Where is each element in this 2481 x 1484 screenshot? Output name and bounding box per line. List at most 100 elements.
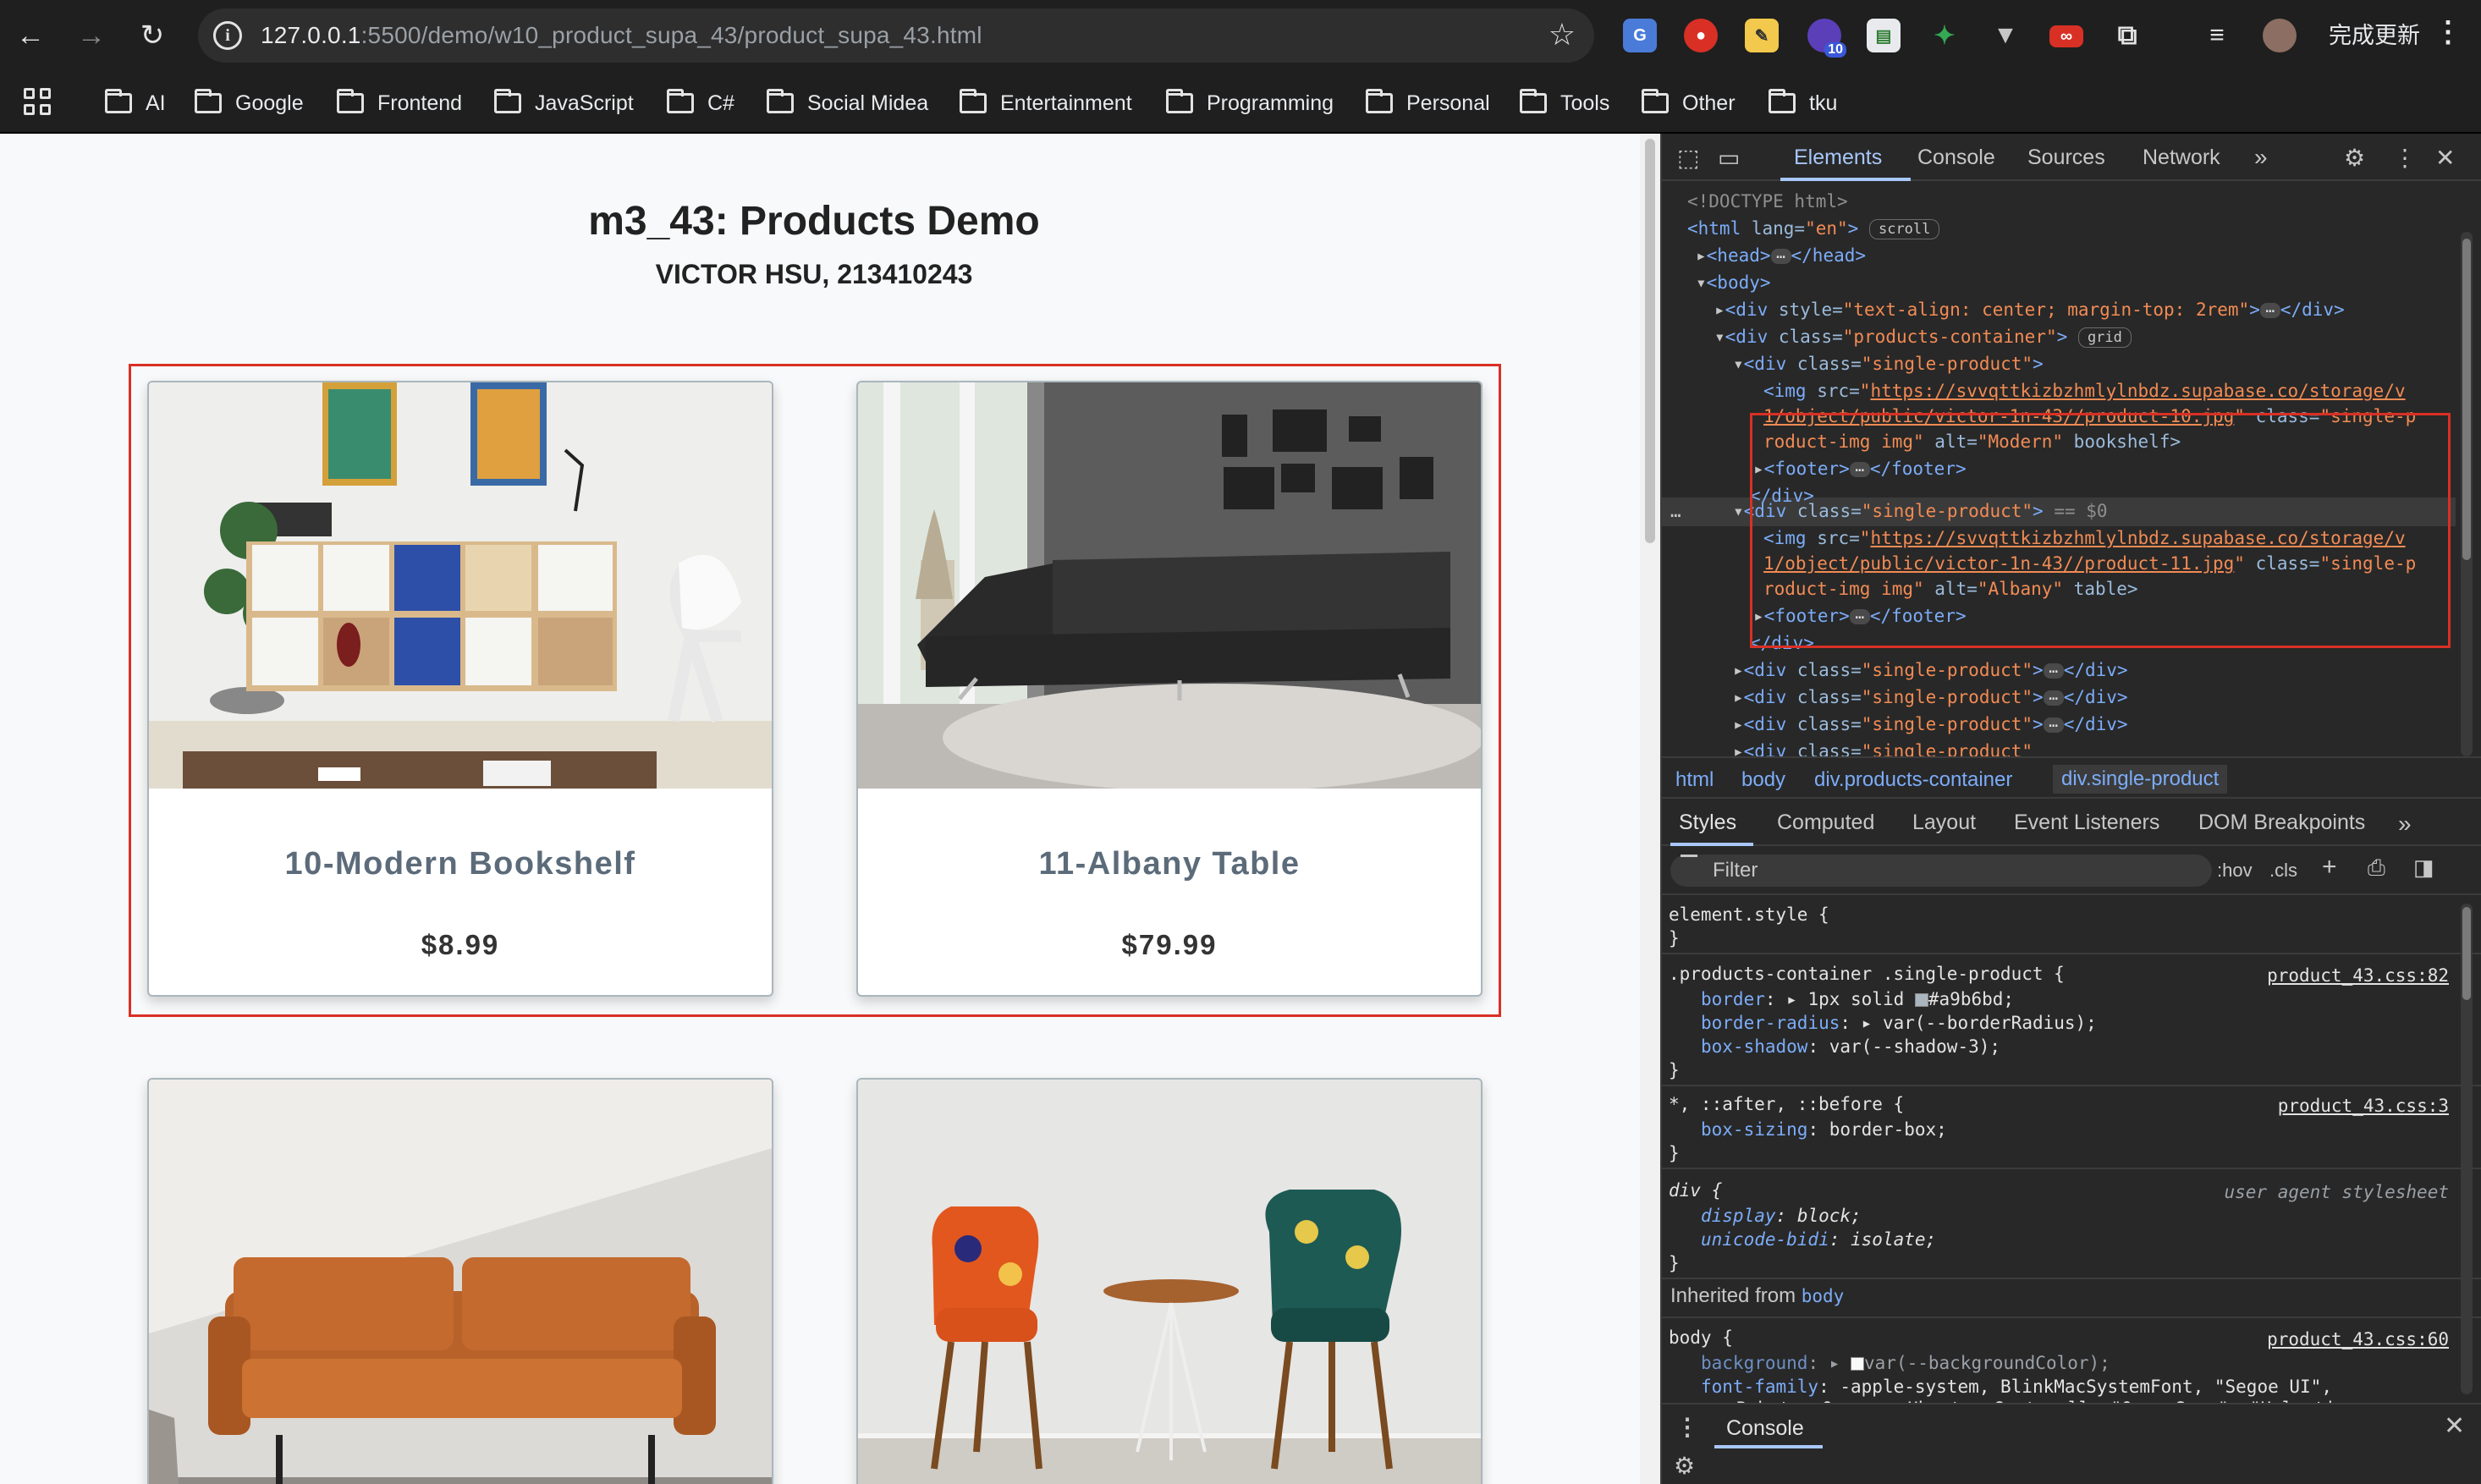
translate-extension-icon[interactable]: G [1623,19,1657,52]
tab-computed[interactable]: Computed [1777,811,1874,835]
product-card[interactable]: 11-Albany Table $79.99 [856,381,1483,997]
rule2-source-link[interactable]: product_43.css:3 [2278,1093,2449,1118]
notes-extension-icon[interactable]: ✎ [1745,19,1779,52]
tab-elements[interactable]: Elements [1794,146,1882,170]
rule4-source-link[interactable]: product_43.css:60 [2267,1327,2449,1352]
ellipsis-badge[interactable]: … [2043,661,2064,679]
more-panes-icon[interactable]: » [2398,811,2412,838]
bookmark-folder-personal[interactable]: Personal [1366,86,1490,120]
rule2-selector[interactable]: *, ::after, ::before { [1669,1091,1904,1117]
bookmark-folder-frontend[interactable]: Frontend [337,86,462,120]
expand-arrow-icon[interactable]: ▸ [1714,300,1725,320]
chrome-menu-icon[interactable]: ⋮ [2434,15,2462,49]
breadcrumb-html[interactable]: html [1675,768,1714,792]
styles-scrollbar[interactable] [2461,904,2473,1394]
ellipsis-badge[interactable]: … [1770,246,1791,264]
dom-scrollbar[interactable] [2461,232,2473,756]
product-image-bookshelf[interactable] [149,382,772,789]
dom-products-container[interactable]: ▾<div class="products-container"> grid [1714,323,2132,350]
tab-layout[interactable]: Layout [1912,811,1976,835]
infinity-extension-icon[interactable]: ∞ [2049,25,2083,47]
adblock-extension-icon[interactable]: ● [1684,19,1718,52]
reading-list-icon[interactable]: ≡ [2200,19,2234,52]
product-card[interactable]: 10-Modern Bookshelf $8.99 [147,381,773,997]
console-settings-gear-icon[interactable]: ⚙ [1674,1452,1695,1480]
tab-console[interactable]: Console [1917,146,1995,170]
product-image-chairs[interactable] [858,1080,1481,1484]
ellipsis-badge[interactable]: … [2259,300,2280,318]
more-tabs-icon[interactable]: » [2254,144,2268,171]
rule4-background[interactable]: background: ▸ var(--backgroundColor); [1701,1350,2110,1376]
back-arrow-icon[interactable]: ← [5,10,56,61]
breadcrumb-body[interactable]: body [1741,768,1785,792]
page-scrollbar[interactable] [1640,134,1660,1484]
sheet-extension-icon[interactable]: ▤ [1867,19,1901,52]
dom-div-header[interactable]: ▸<div style="text-align: center; margin-… [1714,296,2345,323]
rule1-shadow[interactable]: box-shadow: var(--shadow-3); [1701,1034,2000,1059]
extension-badge-icon[interactable]: 10 [1807,19,1846,58]
dom-more-dots[interactable]: … [1670,497,1681,525]
rule1-border[interactable]: border: ▸ 1px solid #a9b6bd; [1701,987,2014,1012]
collapse-arrow-icon[interactable]: ▾ [1733,501,1744,521]
device-toggle-icon[interactable]: ▭ [1718,144,1740,172]
dom-single-product-6[interactable]: ▸<div class="single-product" [1733,738,2033,756]
dom-head[interactable]: ▸<head>… </head> [1696,242,1866,269]
page-scrollbar-thumb[interactable] [1645,139,1655,543]
tab-sources[interactable]: Sources [2027,146,2105,170]
address-bar[interactable]: i 127.0.0.1:5500/demo/w10_product_supa_4… [198,8,1594,63]
bookmark-folder-csharp[interactable]: C# [667,86,734,120]
rule1-radius[interactable]: border-radius: ▸ var(--borderRadius); [1701,1010,2097,1036]
tab-network[interactable]: Network [2143,146,2220,170]
inherited-element-link[interactable]: body [1802,1286,1845,1306]
bookmark-folder-ai[interactable]: AI [105,86,166,120]
styles-scrollbar-thumb[interactable] [2462,907,2471,1000]
bookmark-folder-javascript[interactable]: JavaScript [494,86,634,120]
tab-event-listeners[interactable]: Event Listeners [2014,811,2159,835]
rule1-source-link[interactable]: product_43.css:82 [2267,963,2449,988]
dom-scrollbar-thumb[interactable] [2462,239,2471,560]
dom-body[interactable]: ▾<body> [1696,269,1771,296]
sidebar-toggle-icon[interactable]: ◨ [2413,855,2434,881]
grid-badge[interactable]: grid [2077,327,2132,348]
dom-single-product-4[interactable]: ▸<div class="single-product">… </div> [1733,684,2128,711]
product-image-leather-sofa[interactable] [149,1080,772,1484]
rule4-selector[interactable]: body { [1669,1325,1733,1350]
dom-doctype[interactable]: <!DOCTYPE html> [1687,188,1848,215]
bookmark-folder-programming[interactable]: Programming [1166,86,1334,120]
dom-single-product-5[interactable]: ▸<div class="single-product">… </div> [1733,711,2128,738]
bookmark-folder-tku[interactable]: tku [1769,86,1837,120]
scroll-badge[interactable]: scroll [1868,219,1940,239]
site-info-icon[interactable]: i [213,21,242,50]
product-card[interactable] [856,1078,1483,1484]
color-swatch[interactable] [1851,1357,1865,1371]
inspect-element-icon[interactable]: ⬚ [1677,144,1699,172]
devtools-menu-icon[interactable]: ⋮ [2393,144,2417,172]
apps-grid-icon[interactable] [24,88,51,115]
collapse-arrow-icon[interactable]: ▾ [1733,354,1744,374]
profile-avatar[interactable] [2263,19,2297,52]
expand-arrow-icon[interactable]: ▸ [1696,245,1707,266]
breadcrumb-single-product[interactable]: div.single-product [2053,765,2228,794]
close-devtools-icon[interactable]: ✕ [2435,144,2455,172]
element-state-icon[interactable]: ⎙ [2368,855,2385,882]
collapse-arrow-icon[interactable]: ▾ [1714,327,1725,347]
close-drawer-icon[interactable]: ✕ [2444,1411,2465,1441]
rule-element-style[interactable]: element.style { [1669,902,1829,927]
cls-button[interactable]: .cls [2269,860,2297,882]
expand-arrow-icon[interactable]: ▸ [1733,741,1744,756]
img-src-link[interactable]: https://svvqttkizbzhmlylnbdz.supabase.co… [1870,381,2405,401]
ellipsis-badge[interactable]: … [2043,688,2064,706]
dom-html[interactable]: <html lang="en"> scroll [1687,215,1940,242]
bookmark-star-icon[interactable]: ☆ [1549,17,1576,52]
vue-extension-icon[interactable]: ▼ [1989,19,2022,52]
hov-button[interactable]: :hov [2217,860,2253,882]
bookmark-folder-google[interactable]: Google [195,86,304,120]
expand-arrow-icon[interactable]: ▸ [1733,714,1744,734]
new-rule-plus-icon[interactable]: + [2322,853,2337,882]
bookmark-folder-other[interactable]: Other [1642,86,1736,120]
filter-input[interactable]: Filter [1670,855,2212,887]
expand-arrow-icon[interactable]: ▸ [1733,687,1744,707]
rule1-selector[interactable]: .products-container .single-product { [1669,961,2065,987]
reload-icon[interactable]: ↻ [127,10,178,61]
ellipsis-badge[interactable]: … [2043,715,2064,733]
